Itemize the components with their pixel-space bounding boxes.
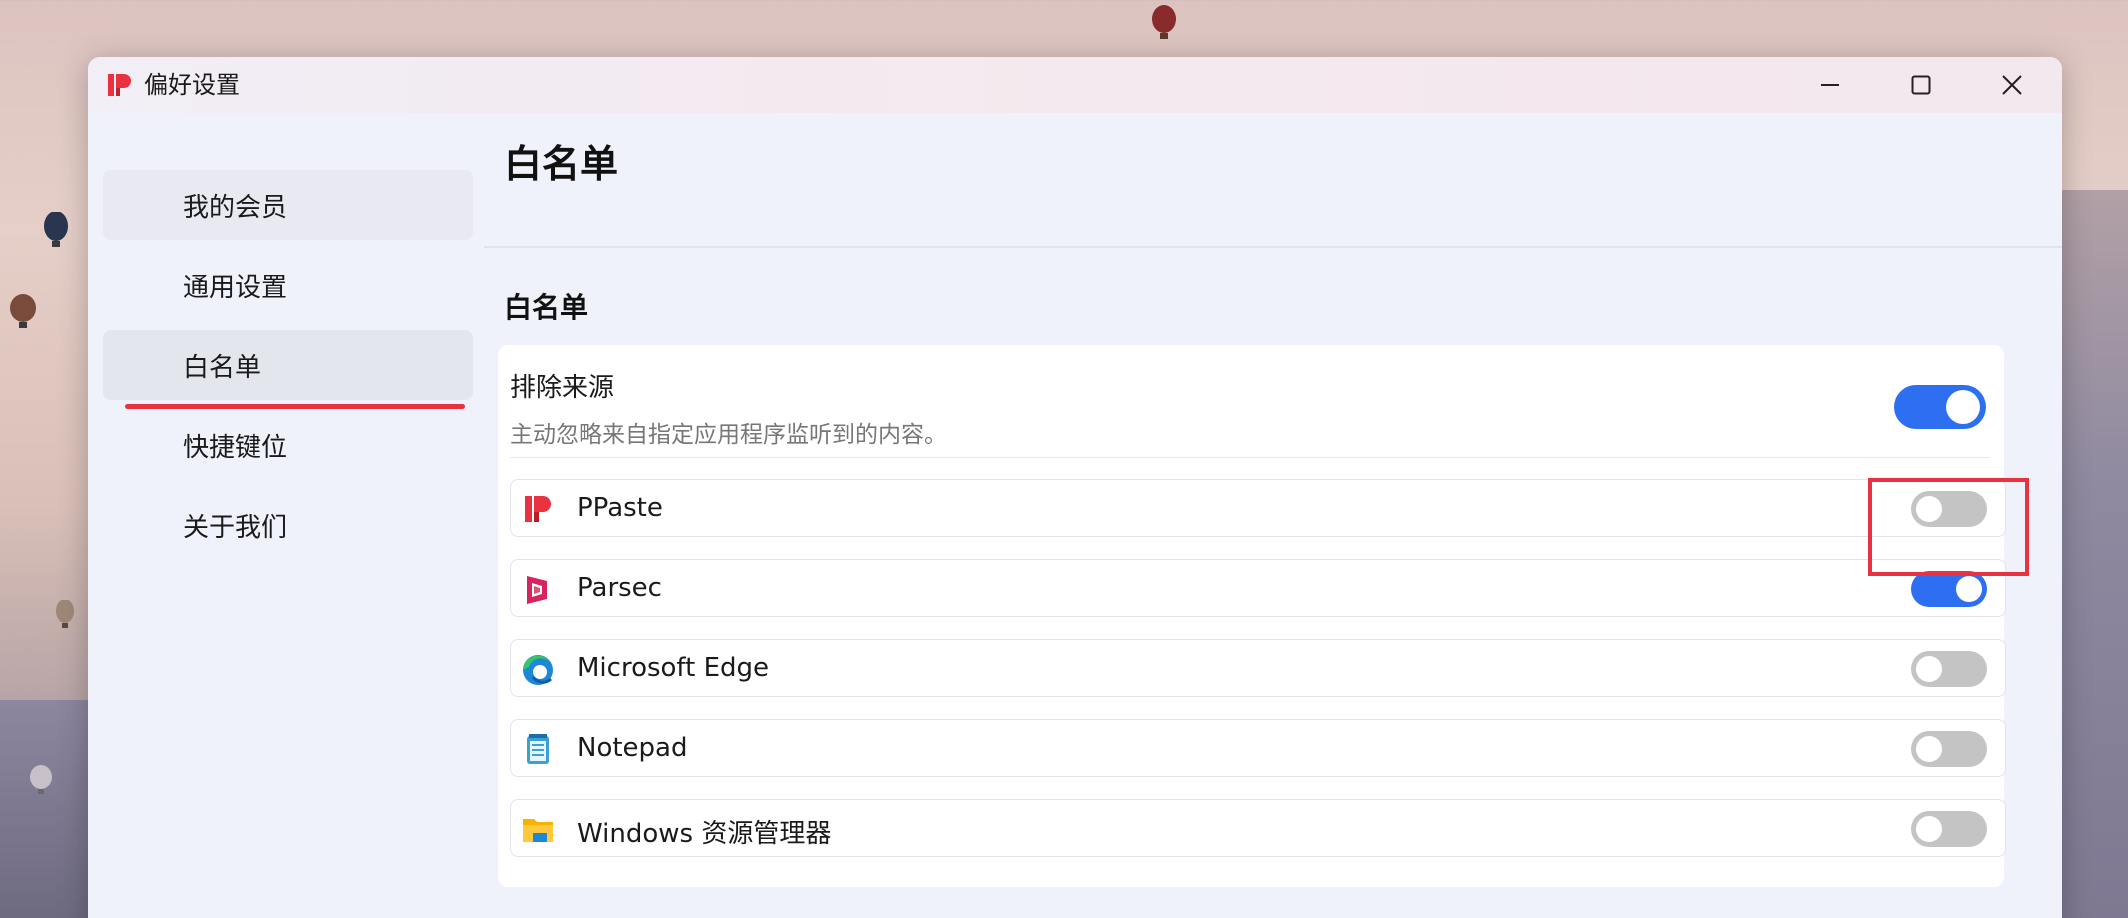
whitelist-card: 排除来源 主动忽略来自指定应用程序监听到的内容。 PPaste Parsec M… xyxy=(498,345,2006,887)
title-bar: 偏好设置 xyxy=(88,57,2062,113)
sidebar-item-shortcuts[interactable]: 快捷键位 xyxy=(103,410,473,480)
balloon-icon xyxy=(30,765,52,794)
sidebar-item-whitelist[interactable]: 白名单 xyxy=(103,330,473,400)
main-content: 白名单 白名单 排除来源 主动忽略来自指定应用程序监听到的内容。 PPaste xyxy=(484,113,2062,918)
app-row-file-explorer: Windows 资源管理器 xyxy=(510,799,2006,857)
balloon-icon xyxy=(56,600,74,628)
section-title: 白名单 xyxy=(504,291,589,324)
sidebar: 我的会员 通用设置 白名单 快捷键位 关于我们 xyxy=(88,113,484,918)
exclude-source-description: 主动忽略来自指定应用程序监听到的内容。 xyxy=(510,422,947,448)
close-icon xyxy=(2002,75,2022,95)
app-toggle-file-explorer[interactable] xyxy=(1911,811,1987,847)
toggle-knob xyxy=(1916,816,1942,842)
app-name: Windows 资源管理器 xyxy=(577,819,832,849)
app-row-parsec: Parsec xyxy=(510,559,2006,617)
edge-icon xyxy=(523,655,553,685)
ppaste-logo-icon xyxy=(108,74,131,96)
app-name: Microsoft Edge xyxy=(577,653,770,683)
toggle-knob xyxy=(1956,576,1982,602)
sidebar-item-label: 白名单 xyxy=(183,352,262,383)
app-toggle-parsec[interactable] xyxy=(1911,571,1987,607)
app-row-notepad: Notepad xyxy=(510,719,2006,777)
minimize-icon xyxy=(1821,84,1839,86)
preferences-window: 偏好设置 我的会员 通用设置 白名单 快捷键位 关于我们 白名单 白名单 排除来… xyxy=(88,57,2062,918)
maximize-icon xyxy=(1911,75,1931,95)
toggle-knob xyxy=(1916,656,1942,682)
balloon-icon xyxy=(10,294,36,328)
balloon-icon xyxy=(44,212,68,247)
page-title: 白名单 xyxy=(504,142,619,186)
app-name: Notepad xyxy=(577,733,688,763)
sidebar-item-about[interactable]: 关于我们 xyxy=(103,490,473,560)
balloon-icon xyxy=(1152,5,1176,39)
wallpaper-hill xyxy=(2060,190,2128,918)
notepad-icon xyxy=(527,734,549,764)
sidebar-item-label: 通用设置 xyxy=(183,272,288,303)
app-toggle-notepad[interactable] xyxy=(1911,731,1987,767)
maximize-button[interactable] xyxy=(1891,65,1951,105)
window-title: 偏好设置 xyxy=(144,71,240,99)
minimize-button[interactable] xyxy=(1800,65,1860,105)
sidebar-item-general[interactable]: 通用设置 xyxy=(103,250,473,320)
ppaste-icon xyxy=(525,496,551,522)
card-divider xyxy=(510,457,1990,458)
header-divider xyxy=(484,246,2062,248)
toggle-knob xyxy=(1946,390,1980,424)
exclude-source-label: 排除来源 xyxy=(510,373,615,403)
folder-icon xyxy=(523,819,553,842)
app-toggle-edge[interactable] xyxy=(1911,651,1987,687)
sidebar-item-label: 关于我们 xyxy=(183,512,288,543)
app-name: PPaste xyxy=(577,493,663,523)
app-row-edge: Microsoft Edge xyxy=(510,639,2006,697)
annotation-highlight-box xyxy=(1868,478,2029,576)
sidebar-item-membership[interactable]: 我的会员 xyxy=(103,170,473,240)
app-row-ppaste: PPaste xyxy=(510,479,2006,537)
parsec-icon xyxy=(527,576,547,604)
toggle-knob xyxy=(1916,736,1942,762)
exclude-source-toggle[interactable] xyxy=(1894,385,1986,429)
sidebar-item-label: 我的会员 xyxy=(183,192,288,223)
sidebar-item-label: 快捷键位 xyxy=(183,432,288,463)
app-name: Parsec xyxy=(577,573,662,603)
annotation-underline xyxy=(125,404,465,409)
close-button[interactable] xyxy=(1982,65,2042,105)
